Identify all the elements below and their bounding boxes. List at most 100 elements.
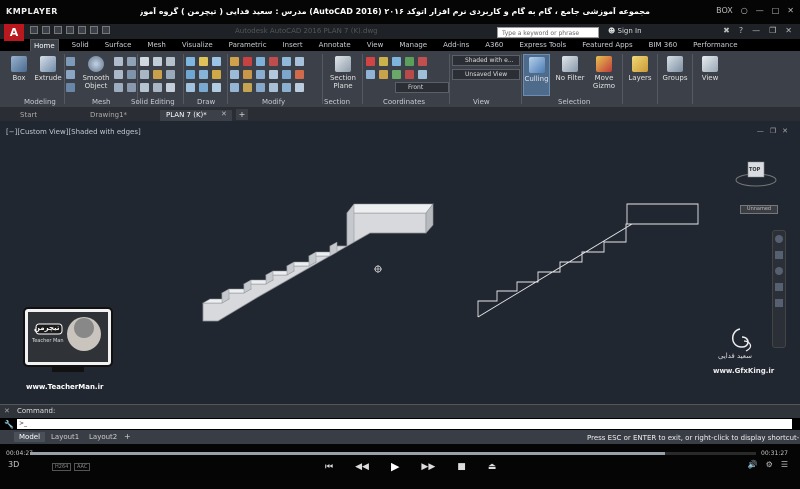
sign-in-button[interactable]: ☻ Sign In bbox=[608, 27, 642, 35]
mesh-smooth-icon[interactable] bbox=[114, 83, 123, 92]
mesh-refine-icon[interactable] bbox=[127, 57, 136, 66]
ucs-z-icon[interactable] bbox=[405, 57, 414, 66]
new-tab-button[interactable]: + bbox=[236, 109, 248, 120]
tab-parametric[interactable]: Parametric bbox=[226, 39, 270, 51]
offset-icon[interactable] bbox=[230, 83, 239, 92]
close-command-icon[interactable]: ✕ bbox=[4, 407, 10, 415]
steering-wheel-icon[interactable] bbox=[775, 235, 783, 243]
helix-icon[interactable] bbox=[186, 83, 195, 92]
layers-button[interactable]: Layers bbox=[626, 56, 654, 82]
exchange-icon[interactable]: ✖ bbox=[723, 26, 730, 35]
zoom-icon[interactable] bbox=[775, 267, 783, 275]
fillet-edge-icon[interactable] bbox=[166, 83, 175, 92]
saved-view-dropdown[interactable]: Unsaved View bbox=[452, 69, 520, 80]
eject-icon[interactable]: ⏏ bbox=[488, 462, 497, 472]
tab-featured-apps[interactable]: Featured Apps bbox=[579, 39, 635, 51]
orbit-icon[interactable] bbox=[775, 283, 783, 291]
loft-icon[interactable] bbox=[66, 70, 75, 79]
extract-edges-icon[interactable] bbox=[153, 70, 162, 79]
stretch-icon[interactable] bbox=[295, 57, 304, 66]
shell-icon[interactable] bbox=[140, 83, 149, 92]
rewind-icon[interactable]: ◀◀ bbox=[355, 462, 369, 472]
open-icon[interactable] bbox=[42, 26, 50, 34]
ucs-y-icon[interactable] bbox=[405, 70, 414, 79]
undo-icon[interactable] bbox=[90, 26, 98, 34]
erase-icon[interactable] bbox=[295, 83, 304, 92]
tab-manage[interactable]: Manage bbox=[396, 39, 430, 51]
ucs-icon[interactable] bbox=[366, 57, 375, 66]
showmotion-icon[interactable] bbox=[775, 299, 783, 307]
3d-align-icon[interactable] bbox=[256, 83, 265, 92]
panel-label-modeling[interactable]: Modeling bbox=[24, 98, 56, 106]
line-icon[interactable] bbox=[186, 57, 195, 66]
polyline-icon[interactable] bbox=[199, 57, 208, 66]
spline-icon[interactable] bbox=[212, 83, 221, 92]
tab-performance[interactable]: Performance bbox=[690, 39, 740, 51]
wireframe-stair-outline[interactable] bbox=[477, 203, 699, 318]
panel-label-solid-editing[interactable]: Solid Editing bbox=[131, 98, 175, 106]
settings-icon[interactable]: ⚙ bbox=[766, 460, 773, 469]
rectangle-icon[interactable] bbox=[199, 70, 208, 79]
revolve-icon[interactable] bbox=[66, 57, 75, 66]
tab-mesh[interactable]: Mesh bbox=[144, 39, 168, 51]
tab-annotate[interactable]: Annotate bbox=[316, 39, 354, 51]
ucs-dropdown[interactable]: Front bbox=[395, 82, 449, 93]
restore-icon[interactable]: ❐ bbox=[769, 26, 776, 35]
explode-icon[interactable] bbox=[295, 70, 304, 79]
ucs-3point-icon[interactable] bbox=[392, 70, 401, 79]
save-icon[interactable] bbox=[54, 26, 62, 34]
panel-label-modify[interactable]: Modify bbox=[262, 98, 285, 106]
scale-icon[interactable] bbox=[282, 57, 291, 66]
section-plane-button[interactable]: Section Plane bbox=[328, 56, 358, 90]
groups-button[interactable]: Groups bbox=[661, 56, 689, 82]
box-button[interactable]: Box bbox=[8, 56, 30, 82]
volume-icon[interactable]: 🔊 bbox=[748, 460, 758, 469]
mesh-split-icon[interactable] bbox=[127, 70, 136, 79]
plot-icon[interactable] bbox=[78, 26, 86, 34]
panel-label-draw[interactable]: Draw bbox=[197, 98, 215, 106]
align-icon[interactable] bbox=[243, 83, 252, 92]
search-input[interactable]: Type a keyword or phrase bbox=[497, 27, 599, 38]
box-label[interactable]: BOX bbox=[716, 6, 733, 15]
playlist-icon[interactable]: ☰ bbox=[781, 460, 788, 469]
tab-express-tools[interactable]: Express Tools bbox=[516, 39, 569, 51]
wrench-icon[interactable]: 🔧 bbox=[4, 420, 14, 429]
3d-array-icon[interactable] bbox=[282, 83, 291, 92]
mesh-icon[interactable] bbox=[114, 57, 123, 66]
tab-a360[interactable]: A360 bbox=[482, 39, 506, 51]
trim-icon[interactable] bbox=[269, 70, 278, 79]
tab-visualize[interactable]: Visualize bbox=[179, 39, 216, 51]
3d-rotate-icon[interactable] bbox=[269, 57, 278, 66]
subtract-icon[interactable] bbox=[153, 57, 162, 66]
command-input[interactable] bbox=[17, 419, 792, 429]
layout-tab-layout2[interactable]: Layout2 bbox=[84, 432, 122, 442]
mesh-less-icon[interactable] bbox=[127, 83, 136, 92]
polygon-icon[interactable] bbox=[212, 70, 221, 79]
mirror-icon[interactable] bbox=[243, 70, 252, 79]
shaded-stair-solid[interactable] bbox=[201, 203, 434, 322]
previous-icon[interactable]: ⏮ bbox=[325, 462, 333, 472]
player-logo[interactable]: KMPLAYER bbox=[6, 7, 58, 16]
3d-toggle-icon[interactable]: 3D bbox=[8, 460, 19, 469]
minimize-icon[interactable]: — bbox=[756, 6, 764, 15]
tab-solid[interactable]: Solid bbox=[69, 39, 92, 51]
new-layout-button[interactable]: + bbox=[124, 432, 131, 441]
ucs-face-icon[interactable] bbox=[418, 70, 427, 79]
new-icon[interactable] bbox=[30, 26, 38, 34]
copy-icon[interactable] bbox=[230, 70, 239, 79]
tab-add-ins[interactable]: Add-ins bbox=[440, 39, 472, 51]
smooth-object-button[interactable]: Smooth Object bbox=[80, 56, 112, 90]
tab-view[interactable]: View bbox=[364, 39, 387, 51]
viewcube[interactable]: TOP bbox=[734, 160, 778, 190]
ucs-view-icon[interactable] bbox=[366, 70, 375, 79]
3d-move-icon[interactable] bbox=[243, 57, 252, 66]
help-icon[interactable]: ? bbox=[739, 26, 743, 35]
ucs-object-icon[interactable] bbox=[379, 70, 388, 79]
file-tab-drawing1[interactable]: Drawing1* bbox=[84, 110, 133, 121]
named-view-dropdown[interactable]: Unnamed bbox=[740, 205, 778, 214]
ucs-x-icon[interactable] bbox=[418, 57, 427, 66]
layout-tab-layout1[interactable]: Layout1 bbox=[46, 432, 84, 442]
mesh-crease-icon[interactable] bbox=[114, 70, 123, 79]
rotate-icon[interactable] bbox=[256, 57, 265, 66]
move-gizmo-button[interactable]: Move Gizmo bbox=[590, 56, 618, 90]
